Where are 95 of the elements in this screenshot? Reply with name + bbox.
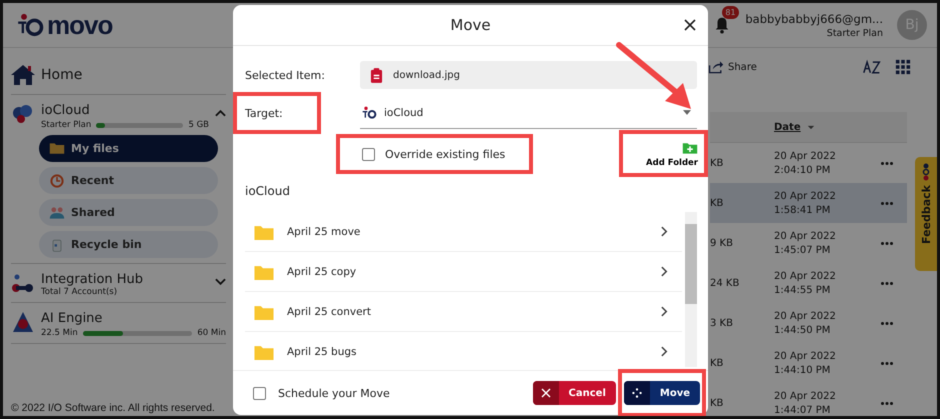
- table-cell-text: 20 Apr 2022: [774, 230, 837, 242]
- add-folder-button[interactable]: Add Folder: [646, 138, 698, 170]
- share-icon: [708, 59, 724, 75]
- feedback-tab[interactable]: Feedback: [915, 157, 937, 271]
- hub-icon: [11, 272, 35, 294]
- more-icon: [881, 242, 893, 244]
- table-cell-text: 1:44:07 PM: [774, 404, 832, 416]
- field-label: Target:: [245, 106, 283, 120]
- chevron-right-icon: [661, 346, 668, 357]
- table-cell-text: KB: [710, 198, 724, 208]
- table-row[interactable]: KB 20 Apr 2022 1:44:07 PM: [710, 383, 907, 416]
- folder-item[interactable]: April 25 convert: [245, 292, 682, 332]
- notification-badge: 81: [722, 6, 739, 19]
- more-icon: [881, 362, 893, 364]
- more-icon: [881, 282, 893, 284]
- selected-item-name: download.jpg: [393, 70, 460, 80]
- usage-caption: 22.5 Min: [41, 328, 78, 338]
- chevron-up-icon[interactable]: [215, 109, 226, 117]
- usage-limit: 60 Min: [197, 328, 226, 338]
- table-cell-text: KB: [710, 358, 724, 368]
- folder-item[interactable]: April 25 bugs: [245, 332, 682, 367]
- table-cell-text: 1:58:41 PM: [774, 204, 832, 216]
- usage-limit: 5 GB: [188, 120, 209, 130]
- account-plan: Starter Plan: [826, 28, 883, 38]
- sort-icon: [863, 58, 881, 76]
- move-icon: [632, 388, 642, 398]
- table-cell-text: 20 Apr 2022: [774, 150, 837, 162]
- folder-icon: [49, 140, 65, 156]
- cloud-icon: [11, 103, 35, 125]
- logo-icon: [362, 104, 378, 120]
- sidebar-item[interactable]: Recycle bin: [39, 231, 218, 258]
- table-cell-text: 20 Apr 2022: [774, 350, 837, 362]
- clipboard-icon: [370, 68, 383, 82]
- table-cell-text: 20 Apr 2022: [774, 270, 837, 282]
- section-title[interactable]: Integration Hub: [41, 272, 209, 287]
- close-icon: [540, 388, 551, 398]
- column-header[interactable]: Date: [774, 122, 801, 132]
- override-checkbox[interactable]: Override existing files: [362, 148, 506, 160]
- table-cell-text: KB: [710, 398, 724, 408]
- more-icon: [881, 202, 893, 204]
- section-title[interactable]: AI Engine: [41, 311, 226, 326]
- table-cell-text: 20 Apr 2022: [774, 390, 837, 402]
- table-row[interactable]: KB 20 Apr 2022 2:04:10 PM: [710, 143, 907, 183]
- chevron-right-icon: [661, 226, 668, 237]
- sidebar-item[interactable]: Shared: [39, 199, 218, 226]
- folder-item[interactable]: April 25 copy: [245, 252, 682, 292]
- table-cell-text: 1:45:07 PM: [774, 244, 832, 256]
- scrollbar[interactable]: [685, 212, 697, 367]
- table-cell-text: 1:44:55 PM: [774, 284, 832, 296]
- sort-caret-icon: [806, 124, 815, 130]
- section-title[interactable]: ioCloud: [41, 103, 209, 118]
- table-cell-text: 20 Apr 2022: [774, 190, 837, 202]
- chevron-right-icon: [661, 306, 668, 317]
- more-icon: [881, 322, 893, 324]
- table-cell-text: 2:04:10 PM: [774, 164, 832, 176]
- more-icon: [881, 402, 893, 404]
- table-row[interactable]: 24 KB 20 Apr 2022 1:44:55 PM: [710, 263, 907, 303]
- table-cell-text: 24 KB: [710, 278, 740, 288]
- chevron-right-icon: [661, 266, 668, 277]
- table-cell-text: 20 Apr 2022: [774, 310, 837, 322]
- table-cell-text: 9 KB: [710, 238, 734, 248]
- table-cell-text: 3 KB: [710, 318, 734, 328]
- home-link[interactable]: Home: [41, 67, 82, 83]
- sidebar-item[interactable]: Recent: [39, 167, 218, 194]
- table-cell-text: 1:44:10 PM: [774, 364, 832, 376]
- table-row[interactable]: 9 KB 20 Apr 2022 1:45:07 PM: [710, 223, 907, 263]
- section-caption: Total 7 Account(s): [41, 287, 118, 297]
- schedule-checkbox[interactable]: Schedule your Move: [253, 386, 390, 400]
- logo-text: movo: [47, 10, 112, 40]
- table-row[interactable]: KB 20 Apr 2022 1:44:10 PM: [710, 343, 907, 383]
- triangle-icon: [11, 311, 35, 333]
- table-cell-text: 1:44:50 PM: [774, 324, 832, 336]
- usage-caption: Starter Plan: [41, 120, 92, 130]
- table-cell-text: KB: [710, 158, 724, 168]
- field-label: Selected Item:: [245, 68, 326, 82]
- cancel-button[interactable]: Cancel: [532, 381, 616, 405]
- account-email: babbybabbyj666@gm...: [745, 12, 883, 26]
- clock-icon: [49, 172, 65, 188]
- table-row[interactable]: 3 KB 20 Apr 2022 1:44:50 PM: [710, 303, 907, 343]
- sidebar-item[interactable]: My files: [39, 135, 218, 162]
- logo-icon: [922, 161, 930, 181]
- grid-icon: [895, 59, 911, 75]
- dialog-title: Move: [450, 16, 491, 34]
- close-icon: [684, 19, 696, 31]
- move-button[interactable]: Move: [624, 381, 700, 405]
- location-heading: ioCloud: [245, 184, 291, 198]
- more-icon: [881, 162, 893, 164]
- table-row[interactable]: KB 20 Apr 2022 1:58:41 PM: [710, 183, 907, 223]
- folder-item[interactable]: April 25 move: [245, 212, 682, 252]
- copyright-text: © 2022 I/O Software inc. All rights reserved.: [11, 402, 216, 416]
- logo-icon: [17, 13, 45, 37]
- house-icon: [11, 64, 35, 86]
- share-button[interactable]: Share: [708, 59, 757, 75]
- people-icon: [49, 204, 65, 220]
- chevron-down-icon[interactable]: [215, 278, 226, 286]
